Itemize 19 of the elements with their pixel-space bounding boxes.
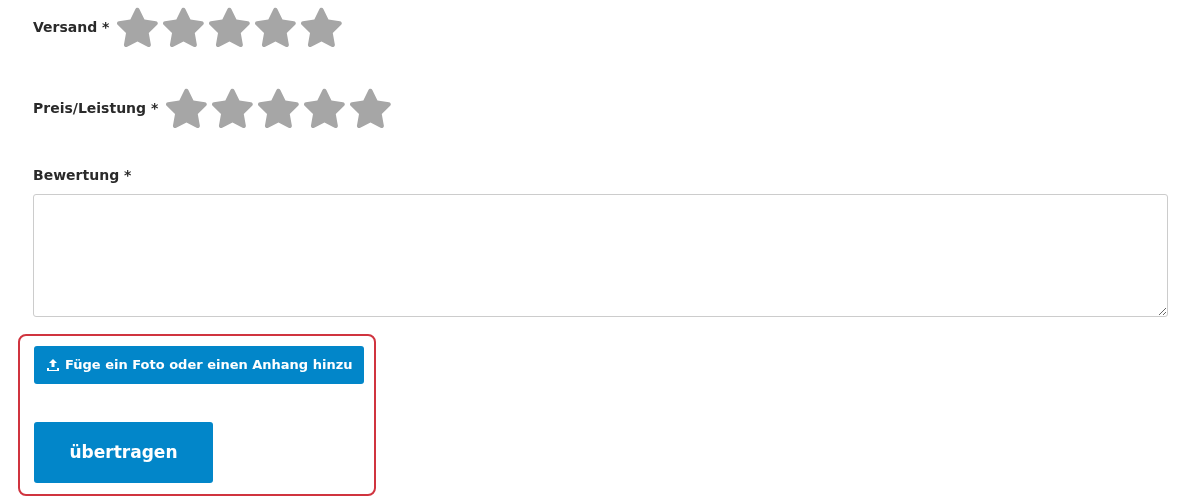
star-icon[interactable] (255, 6, 297, 48)
review-label: Bewertung * (33, 166, 132, 185)
rating-label: Preis/Leistung * (33, 98, 159, 118)
star-icon[interactable] (350, 87, 392, 129)
star-icon[interactable] (117, 6, 159, 48)
upload-icon (46, 358, 60, 372)
star-icon[interactable] (304, 87, 346, 129)
star-rating[interactable] (117, 6, 343, 48)
attach-button[interactable]: Füge ein Foto oder einen Anhang hinzu (34, 346, 365, 384)
star-icon[interactable] (258, 87, 300, 129)
star-icon[interactable] (166, 87, 208, 129)
review-field[interactable] (33, 194, 1168, 317)
rating-label: Versand * (33, 17, 110, 37)
submit-button[interactable]: übertragen (34, 422, 213, 483)
star-icon[interactable] (301, 6, 343, 48)
star-icon[interactable] (163, 6, 205, 48)
star-icon[interactable] (209, 6, 251, 48)
star-rating[interactable] (166, 87, 392, 129)
star-icon[interactable] (212, 87, 254, 129)
